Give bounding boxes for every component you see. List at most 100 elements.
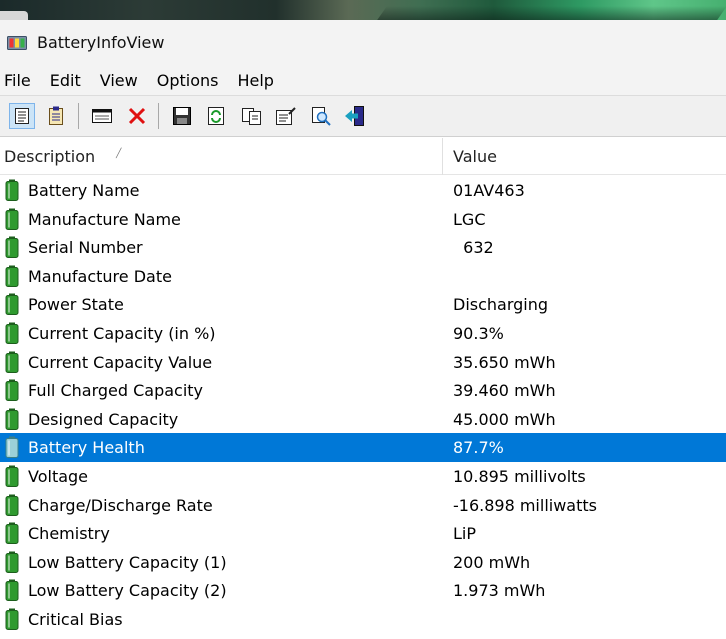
battery-icon — [5, 408, 19, 430]
row-description: Serial Number — [28, 238, 143, 258]
row-description: Manufacture Date — [28, 266, 172, 286]
title-bar[interactable]: BatteryInfoView — [0, 20, 726, 65]
row-description: Low Battery Capacity (2) — [28, 581, 227, 601]
row-description: Low Battery Capacity (1) — [28, 552, 227, 572]
battery-app-icon — [7, 35, 27, 51]
battery-icon — [5, 293, 19, 316]
column-header-description[interactable]: Description — [4, 147, 95, 166]
battery-icon — [5, 494, 19, 516]
row-description: Battery Health — [28, 438, 145, 458]
battery-icon — [5, 522, 19, 545]
find-button[interactable] — [308, 103, 334, 129]
save-button[interactable] — [169, 103, 195, 129]
window-button[interactable] — [89, 103, 115, 129]
copy-button[interactable] — [239, 103, 265, 129]
row-value: 45.000 mWh — [453, 409, 556, 429]
battery-icon — [5, 265, 19, 287]
row-description: Power State — [28, 295, 124, 315]
wallpaper-ridge — [372, 6, 726, 20]
list-row[interactable]: Current Capacity (in %) 90.3% — [0, 319, 726, 348]
delete-button[interactable] — [124, 103, 150, 129]
exit-door-icon — [345, 106, 364, 126]
row-value: -16.898 milliwatts — [453, 495, 597, 515]
row-value: 200 mWh — [453, 552, 531, 572]
exit-button[interactable] — [342, 103, 368, 129]
background-window-edge — [0, 11, 28, 20]
normal-view-button[interactable] — [9, 103, 35, 129]
properties-icon — [276, 107, 296, 125]
battery-icon — [5, 379, 19, 402]
sort-ascending-icon: ╱ — [116, 149, 122, 159]
row-description: Chemistry — [28, 524, 110, 544]
list-row[interactable]: Full Charged Capacity 39.460 mWh — [0, 376, 726, 405]
list-row[interactable]: Battery Name 01AV463 — [0, 176, 726, 205]
battery-icon — [5, 236, 19, 259]
row-value: 1.973 mWh — [453, 581, 546, 601]
toolbar-separator — [78, 103, 79, 129]
row-value: LiP — [453, 524, 477, 544]
row-value: 39.460 mWh — [453, 381, 556, 401]
toolbar-separator — [158, 103, 159, 129]
list-row[interactable]: Voltage 10.895 millivolts — [0, 462, 726, 491]
row-value: 87.7% — [453, 438, 504, 458]
list-row[interactable]: Low Battery Capacity (1) 200 mWh — [0, 548, 726, 577]
row-description: Battery Name — [28, 181, 140, 200]
row-description: Voltage — [28, 466, 89, 486]
battery-icon — [5, 436, 19, 459]
row-description: Designed Capacity — [28, 409, 179, 429]
battery-icon — [5, 551, 19, 573]
clipboard-view-button[interactable] — [43, 103, 69, 129]
row-description: Charge/Discharge Rate — [28, 495, 213, 515]
toolbar — [0, 95, 726, 137]
list-row[interactable]: Chemistry LiP — [0, 519, 726, 548]
row-value: 632 — [453, 238, 494, 258]
magnifier-icon — [312, 107, 331, 126]
row-value: 01AV463 — [453, 181, 525, 200]
row-value: LGC — [453, 209, 486, 229]
list-row[interactable]: Manufacture Date — [0, 262, 726, 291]
properties-button[interactable] — [273, 103, 299, 129]
refresh-icon — [208, 107, 224, 125]
floppy-disk-icon — [173, 107, 191, 125]
list-row[interactable]: Serial Number 632 — [0, 233, 726, 262]
red-x-icon — [128, 107, 146, 125]
list-row[interactable]: Current Capacity Value 35.650 mWh — [0, 348, 726, 377]
list-row[interactable]: Charge/Discharge Rate -16.898 milliwatts — [0, 491, 726, 520]
list-row[interactable]: Designed Capacity 45.000 mWh — [0, 405, 726, 434]
row-value: Discharging — [453, 295, 549, 315]
row-description: Full Charged Capacity — [28, 381, 204, 401]
list-row[interactable]: Manufacture Name LGC — [0, 205, 726, 234]
list-row[interactable]: Critical Bias — [0, 605, 726, 634]
menu-edit[interactable]: Edit — [46, 71, 81, 90]
battery-icon — [5, 579, 19, 602]
window-icon — [92, 109, 112, 123]
menu-options[interactable]: Options — [153, 71, 219, 90]
list-row[interactable]: Low Battery Capacity (2) 1.973 mWh — [0, 576, 726, 605]
window-title: BatteryInfoView — [37, 33, 165, 52]
row-description: Critical Bias — [28, 609, 123, 629]
desktop-wallpaper — [0, 0, 726, 20]
menu-view[interactable]: View — [96, 71, 138, 90]
copy-icon — [242, 108, 261, 125]
battery-info-list: Battery Name 01AV463 Manufacture Name LGC Se… — [0, 176, 726, 634]
menu-file[interactable]: File — [0, 71, 31, 90]
row-value: 35.650 mWh — [453, 352, 556, 372]
battery-icon — [5, 465, 19, 487]
battery-icon — [5, 179, 19, 201]
list-row[interactable]: Battery Health 87.7% — [0, 433, 726, 462]
list-header: Description ╱ Value — [0, 138, 726, 175]
refresh-button[interactable] — [203, 103, 229, 129]
battery-icon — [5, 322, 19, 344]
column-divider[interactable] — [442, 138, 443, 175]
row-value: 90.3% — [453, 323, 504, 343]
row-description: Current Capacity (in %) — [28, 323, 216, 343]
menu-help[interactable]: Help — [233, 71, 273, 90]
menu-bar: File Edit View Options Help — [0, 65, 726, 95]
document-lines-icon — [15, 108, 29, 124]
clipboard-icon — [49, 106, 63, 125]
row-description: Manufacture Name — [28, 209, 181, 229]
row-description: Current Capacity Value — [28, 352, 213, 372]
column-header-value[interactable]: Value — [453, 147, 497, 166]
list-row[interactable]: Power State Discharging — [0, 290, 726, 319]
battery-icon — [5, 208, 19, 230]
